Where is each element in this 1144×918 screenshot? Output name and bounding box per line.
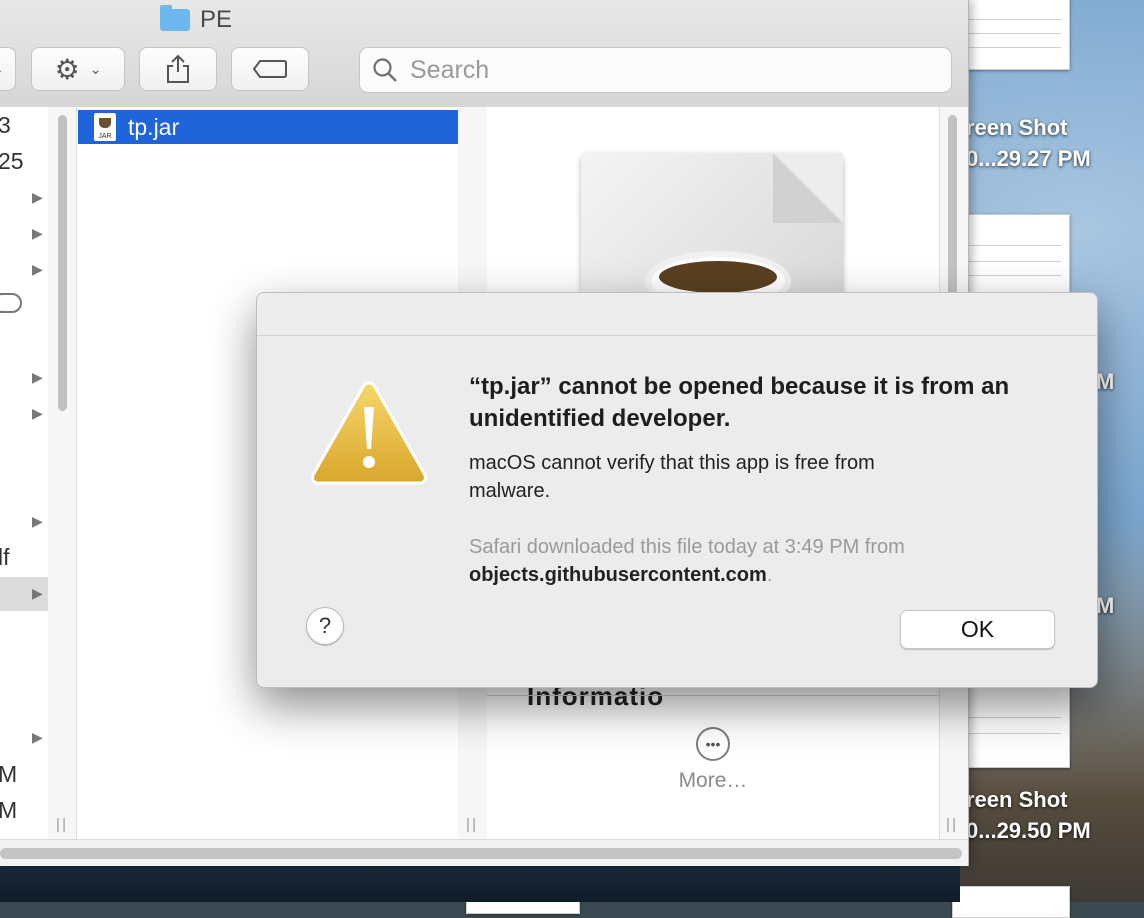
search-field[interactable] [359, 47, 952, 93]
desktop-dock-area [0, 866, 960, 902]
file-name: tp.jar [128, 113, 180, 140]
desktop-file-thumbnail[interactable] [958, 686, 1070, 768]
disclosure-arrow-icon[interactable]: ▶ [32, 513, 43, 530]
column-parent: 3 25 ▶ ▶ ▶ ▶ ▶ ▶ lf ▶ ▶ M M [0, 107, 49, 839]
disclosure-arrow-icon[interactable]: ▶ [32, 729, 43, 746]
disclosure-arrow-icon[interactable]: ▶ [32, 261, 43, 278]
alert-title-bar [257, 293, 1097, 336]
window-title-label: PE [200, 6, 233, 33]
tags-button[interactable] [231, 47, 309, 91]
chevron-down-icon: ⌄ [89, 60, 102, 77]
folder-icon [160, 5, 190, 31]
warning-icon [311, 381, 427, 485]
divider [487, 695, 939, 696]
download-host: objects.githubusercontent.com [469, 564, 767, 586]
disclosure-arrow-icon[interactable]: ▶ [32, 225, 43, 242]
file-row-selected[interactable]: JAR tp.jar [78, 110, 458, 144]
list-item[interactable]: 3 [0, 112, 11, 139]
horizontal-scrollbar[interactable] [0, 839, 968, 866]
more-button[interactable]: ••• More… [657, 727, 769, 793]
more-label: More… [678, 769, 748, 792]
search-icon [373, 58, 397, 82]
cloud-icon [0, 293, 22, 313]
download-info-text: Safari downloaded this file today at 3:4… [469, 536, 905, 558]
alert-title: “tp.jar” cannot be opened because it is … [469, 373, 1010, 432]
tag-icon [252, 60, 287, 78]
column-resize-handle[interactable]: | | [946, 816, 956, 833]
help-button[interactable]: ? [306, 607, 344, 645]
disclosure-arrow-icon[interactable]: ▶ [32, 405, 43, 422]
list-item[interactable]: lf [0, 544, 10, 571]
desktop-file-label[interactable]: reen Shot 0...29.50 PM [966, 784, 1091, 846]
scrollbar-thumb[interactable] [0, 848, 962, 859]
list-item[interactable]: 25 [0, 148, 24, 175]
desktop-file-label[interactable]: M [1096, 590, 1114, 621]
view-options-button[interactable]: ⌄ [0, 47, 16, 91]
gear-icon: ⚙ [54, 53, 80, 85]
finder-toolbar: PE ⌄ ⚙ ⌄ [0, 0, 968, 108]
ellipsis-icon: ••• [696, 727, 730, 761]
share-button[interactable] [139, 47, 217, 91]
alert-download-info: Safari downloaded this file today at 3:4… [469, 533, 1069, 589]
ok-button[interactable]: OK [900, 610, 1055, 649]
column-resize-handle[interactable]: | | [56, 816, 66, 833]
list-item[interactable]: M [0, 797, 17, 824]
desktop-file-thumbnail[interactable] [958, 0, 1070, 70]
desktop-file-label[interactable]: reen Shot 0...29.27 PM [966, 112, 1091, 174]
chevron-down-icon: ⌄ [0, 61, 4, 78]
search-input[interactable] [408, 54, 912, 86]
help-icon: ? [318, 613, 332, 638]
disclosure-arrow-icon[interactable]: ▶ [32, 369, 43, 386]
jar-file-icon: JAR [94, 113, 116, 141]
window-title: PE [160, 5, 233, 34]
desktop-file-thumbnail[interactable] [958, 214, 1070, 296]
column-scrollbar[interactable] [48, 107, 77, 839]
disclosure-arrow-icon[interactable]: ▶ [32, 189, 43, 206]
alert-message: macOS cannot verify that this app is fre… [469, 452, 875, 502]
column-resize-handle[interactable]: | | [466, 816, 476, 833]
scrollbar-thumb[interactable] [58, 115, 67, 411]
unidentified-developer-alert: “tp.jar” cannot be opened because it is … [256, 292, 1098, 688]
action-menu-button[interactable]: ⚙ ⌄ [31, 47, 125, 91]
disclosure-arrow-icon[interactable]: ▶ [32, 585, 43, 602]
desktop-file-thumbnail[interactable] [952, 886, 1070, 918]
jar-icon-label: JAR [98, 133, 112, 140]
list-item[interactable]: M [0, 761, 17, 788]
desktop-file-label[interactable]: M [1096, 366, 1114, 397]
share-icon [167, 54, 189, 83]
download-info-suffix: . [766, 564, 773, 586]
